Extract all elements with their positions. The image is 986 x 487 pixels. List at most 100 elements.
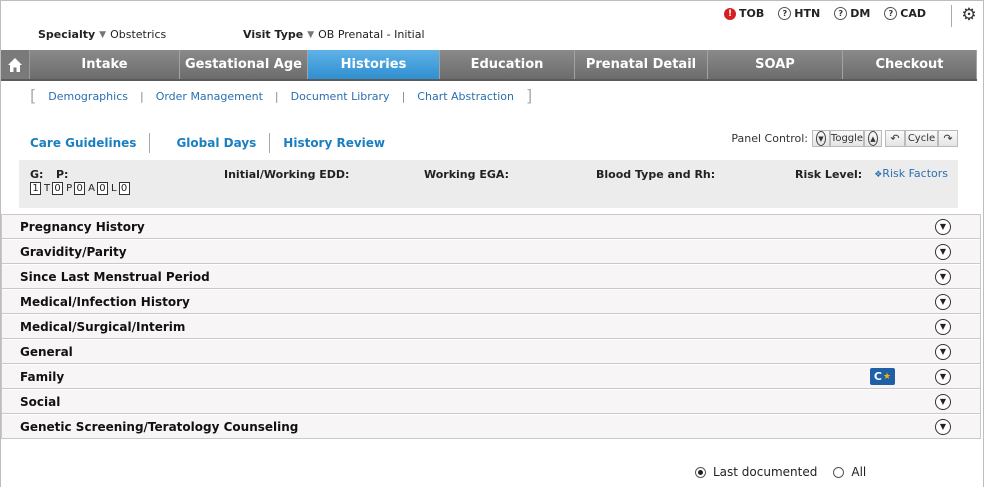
chevron-down-icon[interactable]: ▼ — [935, 343, 951, 360]
term-value: 0 — [52, 182, 64, 195]
section-social[interactable]: Social ▼ — [2, 389, 980, 414]
alert-cad-label: CAD — [900, 7, 926, 20]
care-links: Care Guidelines Global Days History Revi… — [30, 133, 385, 153]
tab-label: Checkout — [875, 57, 944, 72]
tab-label: Gestational Age — [184, 57, 302, 72]
chevron-down-icon[interactable]: ▼ — [935, 218, 951, 235]
subnav-order-management[interactable]: Order Management — [144, 90, 275, 103]
section-medical-surgical-interim[interactable]: Medical/Surgical/Interim ▼ — [2, 314, 980, 339]
alert-htn-label: HTN — [794, 7, 821, 20]
tab-soap[interactable]: SOAP — [708, 50, 843, 79]
collapse-all-button[interactable]: ▼ — [812, 130, 830, 147]
cycle-back-button[interactable]: ↶ — [885, 130, 905, 147]
gravida-label: G: — [30, 168, 44, 181]
chevron-down-icon: ▼ — [816, 131, 826, 146]
tab-checkout[interactable]: Checkout — [843, 50, 977, 79]
tab-label: Intake — [81, 57, 128, 72]
section-title: Pregnancy History — [20, 219, 145, 234]
risk-factors-label: Risk Factors — [882, 167, 948, 180]
tab-histories[interactable]: Histories — [308, 50, 440, 79]
section-general[interactable]: General ▼ — [2, 339, 980, 364]
tab-label: Histories — [340, 57, 407, 72]
specialty-label: Specialty — [38, 28, 96, 41]
section-title: Medical/Infection History — [20, 294, 190, 309]
chevron-down-icon[interactable]: ▼ — [935, 293, 951, 310]
ega-label: Working EGA: — [424, 168, 510, 181]
specialty-selector[interactable]: Specialty ▼ Obstetrics — [38, 28, 166, 41]
alert-tob[interactable]: ! TOB — [724, 7, 764, 20]
abortion-value: 0 — [96, 182, 108, 195]
section-title: Genetic Screening/Teratology Counseling — [20, 419, 299, 434]
chevron-down-icon[interactable]: ▼ — [935, 393, 951, 410]
all-label: All — [851, 465, 867, 479]
history-sections: Pregnancy History ▼ Gravidity/Parity ▼ S… — [1, 214, 981, 439]
section-since-lmp[interactable]: Since Last Menstrual Period ▼ — [2, 264, 980, 289]
gravida-value: 1 — [30, 182, 41, 195]
cycle-label: Cycle — [907, 133, 936, 144]
subnav-chart-abstraction[interactable]: Chart Abstraction — [405, 90, 526, 103]
section-title: Family — [20, 369, 65, 384]
alert-tob-label: TOB — [739, 7, 765, 20]
toggle-button[interactable]: Toggle — [830, 130, 864, 147]
chevron-down-icon[interactable]: ▼ — [935, 418, 951, 435]
tab-label: Education — [470, 57, 544, 72]
chevron-down-icon[interactable]: ▼ — [935, 318, 951, 335]
main-nav: Intake Gestational Age Histories Educati… — [1, 50, 977, 81]
tab-education[interactable]: Education — [440, 50, 575, 79]
history-review-link[interactable]: History Review — [283, 136, 385, 150]
care-divider — [269, 133, 271, 153]
chevron-down-icon: ▼ — [99, 29, 107, 40]
section-genetic-screening[interactable]: Genetic Screening/Teratology Counseling … — [2, 414, 980, 439]
all-radio[interactable] — [833, 466, 845, 478]
cycle-forward-button[interactable]: ↷ — [938, 130, 958, 147]
care-element-icon[interactable]: C ★ — [870, 368, 895, 385]
toggle-label: Toggle — [830, 133, 864, 144]
section-title: Gravidity/Parity — [20, 244, 127, 259]
subnav-demographics[interactable]: Demographics — [36, 90, 140, 103]
chevron-down-icon[interactable]: ▼ — [935, 368, 951, 385]
help-icon: ? — [778, 7, 792, 20]
alert-dm[interactable]: ? DM — [834, 7, 870, 20]
gear-icon[interactable]: ⚙ — [960, 6, 978, 24]
tab-gestational-age[interactable]: Gestational Age — [180, 50, 308, 79]
risk-level-label: Risk Level: — [795, 168, 863, 181]
subnav-document-library[interactable]: Document Library — [279, 90, 402, 103]
section-title: Since Last Menstrual Period — [20, 269, 210, 284]
edd-label: Initial/Working EDD: — [224, 168, 350, 181]
chevron-down-icon[interactable]: ▼ — [935, 243, 951, 260]
alert-icon: ! — [724, 7, 737, 20]
section-pregnancy-history[interactable]: Pregnancy History ▼ — [2, 214, 980, 239]
alert-bar: ! TOB ? HTN ? DM ? CAD — [724, 7, 926, 20]
tab-intake[interactable]: Intake — [30, 50, 180, 79]
redo-icon: ↷ — [943, 132, 953, 145]
section-title: Social — [20, 394, 61, 409]
expand-all-button[interactable]: ▲ — [864, 130, 882, 147]
tab-label: Prenatal Detail — [585, 57, 697, 72]
alert-htn[interactable]: ? HTN — [778, 7, 820, 20]
tab-prenatal-detail[interactable]: Prenatal Detail — [575, 50, 708, 79]
visit-type-selector[interactable]: Visit Type ▼ OB Prenatal - Initial — [243, 28, 425, 41]
help-icon: ? — [834, 7, 848, 20]
visit-type-label: Visit Type — [243, 28, 304, 41]
chevron-down-icon[interactable]: ▼ — [935, 268, 951, 285]
home-icon[interactable] — [1, 50, 30, 79]
living-letter: L — [110, 183, 117, 194]
section-title: Medical/Surgical/Interim — [20, 319, 186, 334]
cycle-button[interactable]: Cycle — [905, 130, 938, 147]
header-divider — [951, 5, 952, 27]
gp-values: 1 T 0 P 0 A 0 L 0 — [30, 182, 133, 195]
section-family[interactable]: Family C ★ ▼ — [2, 364, 980, 389]
section-medical-infection-history[interactable]: Medical/Infection History ▼ — [2, 289, 980, 314]
para-label: P: — [56, 168, 69, 181]
alert-dm-label: DM — [850, 7, 871, 20]
last-documented-radio[interactable] — [695, 466, 706, 478]
section-gravidity-parity[interactable]: Gravidity/Parity ▼ — [2, 239, 980, 264]
alert-cad[interactable]: ? CAD — [884, 7, 926, 20]
risk-factors-link[interactable]: ❖Risk Factors — [874, 167, 948, 180]
global-days-link[interactable]: Global Days — [176, 136, 256, 150]
preterm-value: 0 — [74, 182, 86, 195]
visit-type-value: OB Prenatal - Initial — [318, 28, 425, 41]
pregnancy-summary: G: P: 1 T 0 P 0 A 0 L 0 Initial/Working … — [19, 160, 958, 208]
care-guidelines-link[interactable]: Care Guidelines — [30, 136, 136, 150]
chevron-down-icon: ▼ — [307, 29, 315, 40]
